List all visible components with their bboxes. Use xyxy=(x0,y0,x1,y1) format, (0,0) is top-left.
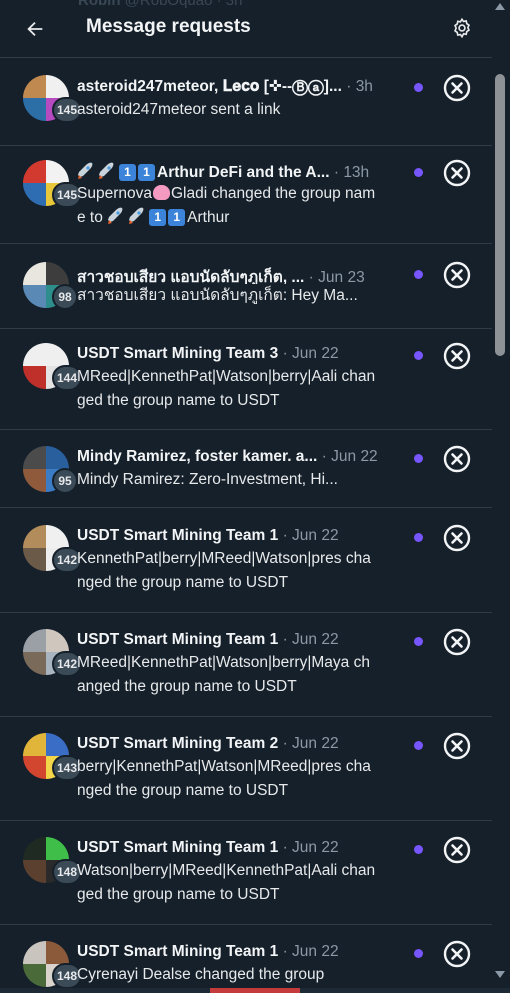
unread-dot-icon xyxy=(414,168,423,177)
list-item[interactable]: 95 Mindy Ramirez, foster kamer. a... · J… xyxy=(0,430,492,508)
list-item[interactable]: 143 USDT Smart Mining Team 2 · Jun 22 be… xyxy=(0,717,492,821)
unread-dot-icon xyxy=(414,83,423,92)
taskbar-edge xyxy=(0,988,510,993)
timestamp: Jun 22 xyxy=(292,839,339,856)
timestamp: Jun 22 xyxy=(292,345,339,362)
unread-dot-icon xyxy=(414,637,423,646)
gear-icon xyxy=(454,17,470,39)
timestamp: 3h xyxy=(355,78,373,95)
circle-x-icon[interactable] xyxy=(443,261,471,289)
rocket-icon xyxy=(78,162,93,179)
list-item[interactable]: 145 1 1 Arthur DeFi and the A... · 13h Sup… xyxy=(0,146,492,244)
timestamp: Jun 22 xyxy=(292,631,339,648)
message-preview: สาวชอบเสียว แอบนัดลับๆภูเก็ต: Hey Ma... xyxy=(77,287,358,304)
page-title: Message requests xyxy=(86,16,251,37)
conversation-name: USDT Smart Mining Team 1 xyxy=(77,527,279,544)
conversation-name: USDT Smart Mining Team 1 xyxy=(77,839,279,856)
conversation-name: Mindy Ramirez, foster kamer. a... xyxy=(77,448,318,465)
scroll-up-arrow[interactable] xyxy=(495,3,505,10)
unread-dot-icon xyxy=(414,741,423,750)
unread-dot-icon xyxy=(414,845,423,854)
conversation-name: USDT Smart Mining Team 1 xyxy=(77,631,279,648)
unread-dot-icon xyxy=(414,270,423,279)
keycap-one-icon: 1 xyxy=(168,209,186,226)
message-preview: MReed|KennethPat|Watson|berry|Maya chang… xyxy=(77,654,370,695)
conversation-name: USDT Smart Mining Team 2 xyxy=(77,735,279,752)
rocket-icon xyxy=(129,207,144,224)
unread-dot-icon xyxy=(414,351,423,360)
timestamp: Jun 22 xyxy=(292,735,339,752)
circle-x-icon[interactable] xyxy=(443,732,471,760)
circle-x-icon[interactable] xyxy=(443,524,471,552)
circle-x-icon[interactable] xyxy=(443,836,471,864)
circle-x-icon[interactable] xyxy=(443,74,471,102)
scroll-down-arrow[interactable] xyxy=(495,971,505,978)
list-item[interactable]: 98 สาวชอบเสียว แอบนัดลับๆภูเก็ต, ... · J… xyxy=(0,244,492,329)
list-item[interactable]: 142 USDT Smart Mining Team 1 · Jun 22 MR… xyxy=(0,613,492,717)
circle-x-icon[interactable] xyxy=(443,159,471,187)
member-count-badge: 98 xyxy=(52,284,78,310)
unread-dot-icon xyxy=(414,533,423,542)
arrow-left-icon xyxy=(27,21,43,37)
list-item[interactable]: 142 USDT Smart Mining Team 1 · Jun 22 Ke… xyxy=(0,508,492,613)
unread-dot-icon xyxy=(414,454,423,463)
rocket-icon xyxy=(99,162,114,179)
conversation-name: Arthur DeFi and the A... xyxy=(157,164,330,181)
member-count-badge: 95 xyxy=(52,468,78,494)
conversation-name: asteroid247meteor, 𝐋𝐞𝐜𝐨 [✜--Ⓑⓐ]... xyxy=(77,78,342,95)
timestamp: Jun 22 xyxy=(292,943,339,960)
message-requests-panel: Robin @RobOquao · 3h Message requests 14… xyxy=(0,0,492,993)
message-preview: KennethPat|berry|MReed|Watson|pres chang… xyxy=(77,550,371,591)
unread-dot-icon xyxy=(414,949,423,958)
list-item[interactable]: 148 USDT Smart Mining Team 1 · Jun 22 Wa… xyxy=(0,821,492,925)
conversation-name: สาวชอบเสียว แอบนัดลับๆภูเก็ต, ... xyxy=(77,269,305,284)
conversation-name: USDT Smart Mining Team 1 xyxy=(77,943,279,960)
brain-icon xyxy=(152,185,170,200)
rocket-icon xyxy=(108,207,123,224)
timestamp: 13h xyxy=(343,164,370,181)
timestamp: Jun 23 xyxy=(318,269,365,284)
back-button[interactable] xyxy=(20,14,50,44)
timestamp: Jun 22 xyxy=(292,527,339,544)
list-item[interactable]: 148 USDT Smart Mining Team 1 · Jun 22 Cy… xyxy=(0,925,492,993)
message-preview: asteroid247meteor sent a link xyxy=(77,101,281,118)
keycap-one-icon: 1 xyxy=(138,164,155,181)
circle-x-icon[interactable] xyxy=(443,940,471,968)
circle-x-icon[interactable] xyxy=(443,628,471,656)
requests-list: 145 asteroid247meteor, 𝐋𝐞𝐜𝐨 [✜--Ⓑⓐ]... ·… xyxy=(0,58,492,993)
message-preview: berry|KennethPat|Watson|MReed|pres chang… xyxy=(77,758,371,799)
message-preview: MReed|KennethPat|Watson|berry|Aali chang… xyxy=(77,368,376,409)
scrolled-content-ghost: Robin @RobOquao · 3h xyxy=(78,0,243,9)
circle-x-icon[interactable] xyxy=(443,342,471,370)
message-preview: Cyrenayi Dealse changed the group xyxy=(77,966,325,983)
scrollbar-thumb[interactable] xyxy=(495,74,505,356)
timestamp: Jun 22 xyxy=(331,448,378,465)
keycap-one-icon: 1 xyxy=(119,164,136,181)
circle-x-icon[interactable] xyxy=(443,445,471,473)
keycap-one-icon: 1 xyxy=(149,209,167,226)
conversation-name: USDT Smart Mining Team 3 xyxy=(77,345,279,362)
settings-button[interactable] xyxy=(448,14,476,42)
message-preview: Watson|berry|MReed|KennethPat|Aali chang… xyxy=(77,862,376,903)
list-item[interactable]: 145 asteroid247meteor, 𝐋𝐞𝐜𝐨 [✜--Ⓑⓐ]... ·… xyxy=(0,58,492,146)
header: Robin @RobOquao · 3h Message requests xyxy=(0,0,492,58)
list-item[interactable]: 144 USDT Smart Mining Team 3 · Jun 22 MR… xyxy=(0,329,492,430)
message-preview: Mindy Ramirez: Zero-Investment, Hi... xyxy=(77,471,338,488)
message-preview: Supernova Gladi changed the group name to… xyxy=(77,185,376,226)
